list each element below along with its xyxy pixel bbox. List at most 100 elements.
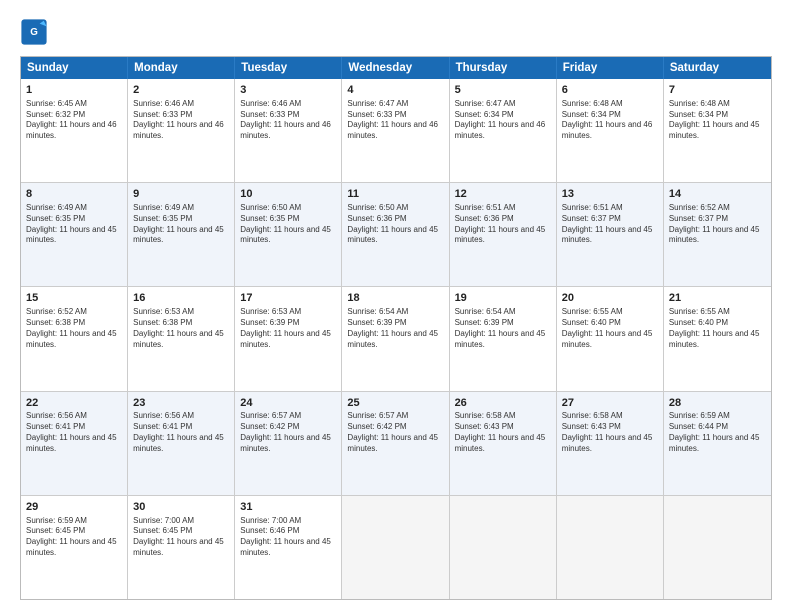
day-cell-14: 14Sunrise: 6:52 AMSunset: 6:37 PMDayligh… [664, 183, 771, 286]
calendar-row-3: 15Sunrise: 6:52 AMSunset: 6:38 PMDayligh… [21, 287, 771, 391]
day-cell-5: 5Sunrise: 6:47 AMSunset: 6:34 PMDaylight… [450, 79, 557, 182]
day-info: Sunrise: 6:47 AMSunset: 6:34 PMDaylight:… [455, 99, 551, 142]
empty-cell [342, 496, 449, 599]
calendar-row-4: 22 Sunrise: 6:56 AMSunset: 6:41 PMDayligh… [21, 392, 771, 496]
day-info: Sunrise: 6:52 AMSunset: 6:37 PMDaylight:… [669, 203, 766, 246]
day-number: 17 [240, 291, 336, 306]
day-info: Sunrise: 7:00 AMSunset: 6:46 PMDaylight:… [240, 516, 336, 559]
day-number: 2 [133, 83, 229, 98]
day-info: Sunrise: 6:48 AMSunset: 6:34 PMDaylight:… [669, 99, 766, 142]
day-number: 6 [562, 83, 658, 98]
day-info: Sunrise: 6:46 AMSunset: 6:33 PMDaylight:… [240, 99, 336, 142]
header-cell-friday: Friday [557, 57, 664, 79]
day-number: 26 [455, 396, 551, 411]
day-info: Sunrise: 6:51 AMSunset: 6:37 PMDaylight:… [562, 203, 658, 246]
day-number: 18 [347, 291, 443, 306]
day-info: Sunrise: 6:46 AMSunset: 6:33 PMDaylight:… [133, 99, 229, 142]
day-cell-8: 8Sunrise: 6:49 AMSunset: 6:35 PMDaylight… [21, 183, 128, 286]
day-number: 15 [26, 291, 122, 306]
day-cell-11: 11Sunrise: 6:50 AMSunset: 6:36 PMDayligh… [342, 183, 449, 286]
day-cell-30: 30Sunrise: 7:00 AMSunset: 6:45 PMDayligh… [128, 496, 235, 599]
logo-icon: G [20, 18, 48, 46]
day-number: 12 [455, 187, 551, 202]
day-info: Sunrise: 6:59 AMSunset: 6:44 PMDaylight:… [669, 411, 766, 454]
day-cell-24: 24Sunrise: 6:57 AMSunset: 6:42 PMDayligh… [235, 392, 342, 495]
day-number: 22 [26, 396, 122, 411]
calendar: SundayMondayTuesdayWednesdayThursdayFrid… [20, 56, 772, 600]
day-cell-3: 3Sunrise: 6:46 AMSunset: 6:33 PMDaylight… [235, 79, 342, 182]
day-info: Sunrise: 7:00 AMSunset: 6:45 PMDaylight:… [133, 516, 229, 559]
day-cell-16: 16Sunrise: 6:53 AMSunset: 6:38 PMDayligh… [128, 287, 235, 390]
empty-cell [664, 496, 771, 599]
day-number: 21 [669, 291, 766, 306]
day-info: Sunrise: 6:45 AMSunset: 6:32 PMDaylight:… [26, 99, 122, 142]
day-cell-21: 21Sunrise: 6:55 AMSunset: 6:40 PMDayligh… [664, 287, 771, 390]
calendar-border: SundayMondayTuesdayWednesdayThursdayFrid… [20, 56, 772, 600]
calendar-page: G SundayMondayTuesdayWednesdayThursdayFr… [0, 0, 792, 612]
day-number: 16 [133, 291, 229, 306]
day-info: Sunrise: 6:48 AMSunset: 6:34 PMDaylight:… [562, 99, 658, 142]
day-number: 29 [26, 500, 122, 515]
day-number: 24 [240, 396, 336, 411]
day-number: 31 [240, 500, 336, 515]
day-info: Sunrise: 6:53 AMSunset: 6:38 PMDaylight:… [133, 307, 229, 350]
header-cell-monday: Monday [128, 57, 235, 79]
day-number: 7 [669, 83, 766, 98]
day-info: Sunrise: 6:47 AMSunset: 6:33 PMDaylight:… [347, 99, 443, 142]
day-number: 27 [562, 396, 658, 411]
header-cell-tuesday: Tuesday [235, 57, 342, 79]
day-info: Sunrise: 6:53 AMSunset: 6:39 PMDaylight:… [240, 307, 336, 350]
calendar-body: 1Sunrise: 6:45 AMSunset: 6:32 PMDaylight… [21, 79, 771, 599]
day-info: Sunrise: 6:50 AMSunset: 6:36 PMDaylight:… [347, 203, 443, 246]
day-number: 10 [240, 187, 336, 202]
day-cell-7: 7Sunrise: 6:48 AMSunset: 6:34 PMDaylight… [664, 79, 771, 182]
day-cell-12: 12Sunrise: 6:51 AMSunset: 6:36 PMDayligh… [450, 183, 557, 286]
day-cell-23: 23Sunrise: 6:56 AMSunset: 6:41 PMDayligh… [128, 392, 235, 495]
day-info: Sunrise: 6:55 AMSunset: 6:40 PMDaylight:… [669, 307, 766, 350]
day-cell-31: 31Sunrise: 7:00 AMSunset: 6:46 PMDayligh… [235, 496, 342, 599]
day-number: 30 [133, 500, 229, 515]
calendar-row-2: 8Sunrise: 6:49 AMSunset: 6:35 PMDaylight… [21, 183, 771, 287]
header-cell-wednesday: Wednesday [342, 57, 449, 79]
day-info: Sunrise: 6:49 AMSunset: 6:35 PMDaylight:… [133, 203, 229, 246]
day-cell-6: 6Sunrise: 6:48 AMSunset: 6:34 PMDaylight… [557, 79, 664, 182]
header-cell-sunday: Sunday [21, 57, 128, 79]
empty-cell [450, 496, 557, 599]
day-number: 4 [347, 83, 443, 98]
day-cell-22: 22Sunrise: 6:56 AMSunset: 6:41 PMDayligh… [21, 392, 128, 495]
day-info: Sunrise: 6:49 AMSunset: 6:35 PMDaylight:… [26, 203, 122, 246]
day-cell-1: 1Sunrise: 6:45 AMSunset: 6:32 PMDaylight… [21, 79, 128, 182]
logo: G [20, 18, 52, 46]
day-info: Sunrise: 6:54 AMSunset: 6:39 PMDaylight:… [455, 307, 551, 350]
empty-cell [557, 496, 664, 599]
day-cell-25: 25Sunrise: 6:57 AMSunset: 6:42 PMDayligh… [342, 392, 449, 495]
day-cell-9: 9Sunrise: 6:49 AMSunset: 6:35 PMDaylight… [128, 183, 235, 286]
day-cell-27: 27Sunrise: 6:58 AMSunset: 6:43 PMDayligh… [557, 392, 664, 495]
day-info: Sunrise: 6:57 AMSunset: 6:42 PMDaylight:… [240, 411, 336, 454]
day-info: Sunrise: 6:56 AMSunset: 6:41 PMDaylight:… [133, 411, 229, 454]
header-cell-saturday: Saturday [664, 57, 771, 79]
day-info: Sunrise: 6:58 AMSunset: 6:43 PMDaylight:… [455, 411, 551, 454]
day-info: Sunrise: 6:58 AMSunset: 6:43 PMDaylight:… [562, 411, 658, 454]
day-number: 1 [26, 83, 122, 98]
calendar-row-1: 1Sunrise: 6:45 AMSunset: 6:32 PMDaylight… [21, 79, 771, 183]
day-cell-15: 15Sunrise: 6:52 AMSunset: 6:38 PMDayligh… [21, 287, 128, 390]
header-cell-thursday: Thursday [450, 57, 557, 79]
day-cell-29: 29Sunrise: 6:59 AMSunset: 6:45 PMDayligh… [21, 496, 128, 599]
day-info: Sunrise: 6:52 AMSunset: 6:38 PMDaylight:… [26, 307, 122, 350]
day-number: 3 [240, 83, 336, 98]
day-cell-2: 2Sunrise: 6:46 AMSunset: 6:33 PMDaylight… [128, 79, 235, 182]
day-number: 11 [347, 187, 443, 202]
day-info: Sunrise: 6:59 AMSunset: 6:45 PMDaylight:… [26, 516, 122, 559]
day-cell-20: 20Sunrise: 6:55 AMSunset: 6:40 PMDayligh… [557, 287, 664, 390]
day-info: Sunrise: 6:54 AMSunset: 6:39 PMDaylight:… [347, 307, 443, 350]
day-info: Sunrise: 6:55 AMSunset: 6:40 PMDaylight:… [562, 307, 658, 350]
calendar-header: SundayMondayTuesdayWednesdayThursdayFrid… [21, 57, 771, 79]
day-cell-19: 19Sunrise: 6:54 AMSunset: 6:39 PMDayligh… [450, 287, 557, 390]
day-cell-18: 18Sunrise: 6:54 AMSunset: 6:39 PMDayligh… [342, 287, 449, 390]
day-info: Sunrise: 6:51 AMSunset: 6:36 PMDaylight:… [455, 203, 551, 246]
svg-text:G: G [30, 27, 38, 38]
calendar-row-5: 29Sunrise: 6:59 AMSunset: 6:45 PMDayligh… [21, 496, 771, 599]
day-number: 20 [562, 291, 658, 306]
day-number: 25 [347, 396, 443, 411]
